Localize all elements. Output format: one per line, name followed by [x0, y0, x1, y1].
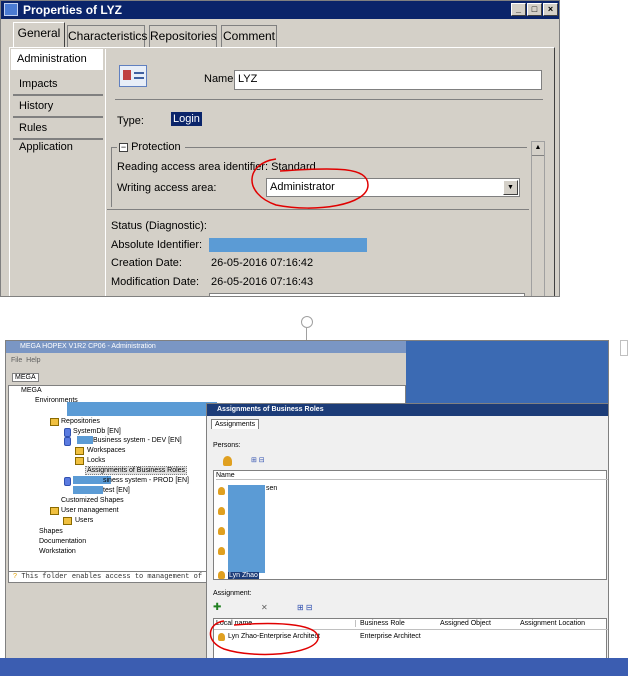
database-icon: [64, 437, 71, 446]
redacted-env: [67, 402, 217, 416]
person-icon[interactable]: [223, 456, 232, 466]
menu-bar[interactable]: File Help: [11, 357, 41, 364]
rotate-handle-icon[interactable]: [301, 316, 313, 328]
tree-systemdb[interactable]: SystemDb [EN]: [73, 428, 121, 435]
status-label: Status (Diagnostic):: [111, 220, 207, 232]
protection-header[interactable]: − Protection: [117, 141, 185, 153]
absolute-identifier-label: Absolute Identifier:: [111, 239, 203, 251]
layout-options-icon[interactable]: [620, 340, 628, 356]
desktop-background: [406, 341, 608, 403]
partial-name: sen: [266, 485, 278, 492]
rotate-handle-line: [306, 328, 307, 340]
divider: [115, 99, 543, 100]
tree-workstation[interactable]: Workstation: [39, 548, 76, 555]
modification-date-value: 26-05-2016 07:16:43: [211, 276, 314, 288]
delete-icon[interactable]: ✕: [261, 603, 268, 612]
name-label: Name: [204, 73, 234, 85]
tree-customized-shapes[interactable]: Customized Shapes: [61, 497, 124, 504]
assignment-label: Assignment:: [213, 590, 252, 597]
persons-label: Persons:: [213, 442, 241, 449]
assignments-titlebar: Assignments of Business Roles: [207, 404, 608, 416]
tree-users[interactable]: Users: [75, 517, 93, 524]
collapse-icon[interactable]: −: [119, 143, 128, 152]
redacted-text: [73, 486, 103, 494]
vertical-scrollbar[interactable]: ▲: [531, 141, 545, 296]
dialog-title: Properties of LYZ: [23, 3, 122, 17]
redacted-identifier: [209, 238, 367, 252]
tree-documentation[interactable]: Documentation: [39, 538, 86, 545]
app-titlebar: MEGA HOPEX V1R2 CP06 - Administration: [6, 341, 406, 353]
tree-root[interactable]: MEGA: [21, 387, 42, 394]
col-assigned-object[interactable]: Assigned Object: [440, 620, 491, 627]
persons-list: Name sen Lyn Zhao: [213, 470, 608, 580]
database-icon: [64, 428, 71, 437]
writing-access-label: Writing access area:: [117, 182, 217, 194]
red-annotation-circle: [251, 158, 369, 209]
database-icon: [64, 477, 71, 486]
person-icon: [218, 527, 225, 535]
creation-date-label: Creation Date:: [111, 257, 182, 269]
type-label: Type:: [117, 115, 144, 127]
tree-prod[interactable]: siness system - PROD [EN]: [103, 477, 189, 484]
assignment-business-role: Enterprise Architect: [360, 633, 421, 640]
folder-icon: [50, 507, 59, 515]
creation-date-value: 26-05-2016 07:16:42: [211, 257, 314, 269]
tree-shapes[interactable]: Shapes: [39, 528, 63, 535]
status-text: ? This folder enables access to manageme…: [13, 573, 215, 581]
tab-repositories[interactable]: Repositories: [149, 25, 217, 47]
tree-repositories[interactable]: Repositories: [61, 418, 100, 425]
type-value[interactable]: Login: [171, 112, 202, 126]
name-field[interactable]: LYZ: [234, 70, 542, 90]
folder-icon: [50, 418, 59, 426]
col-business-role[interactable]: Business Role: [360, 620, 405, 627]
dialog-titlebar: Properties of LYZ _ □ ×: [1, 1, 559, 19]
tab-general[interactable]: General: [13, 22, 65, 47]
login-card-icon: [119, 65, 147, 87]
selected-person[interactable]: Lyn Zhao: [228, 572, 259, 579]
sidebar-item-administration[interactable]: Administration: [11, 49, 103, 70]
tab-characteristics[interactable]: Characteristics: [67, 25, 147, 47]
toolbar-icons[interactable]: ⊞ ⊟: [297, 603, 313, 612]
tab-comment[interactable]: Comment: [221, 25, 277, 47]
person-icon: [218, 571, 225, 579]
help-icon: ?: [13, 573, 18, 581]
sidebar-item-history[interactable]: History: [13, 97, 103, 118]
sidebar-item-rules-application[interactable]: Rules Application: [13, 119, 103, 153]
folder-icon: [75, 447, 84, 455]
maximize-button[interactable]: □: [527, 3, 542, 16]
bottom-bar: [0, 658, 628, 676]
person-icon: [218, 547, 225, 555]
lock-icon: [75, 457, 84, 465]
dropdown-arrow-icon[interactable]: ▼: [503, 180, 518, 195]
minimize-button[interactable]: _: [511, 3, 526, 16]
modification-date-label: Modification Date:: [111, 276, 200, 288]
toolbar-icons[interactable]: ⊞ ⊟: [251, 456, 265, 464]
tree-test[interactable]: test [EN]: [103, 487, 130, 494]
redacted-persons: [228, 485, 265, 573]
tree-locks[interactable]: Locks: [87, 457, 105, 464]
tree-workspaces[interactable]: Workspaces: [87, 447, 125, 454]
red-annotation-circle: [209, 620, 319, 656]
tree-dev[interactable]: Business system - DEV [EN]: [93, 437, 182, 444]
app-icon: [4, 3, 18, 16]
close-button[interactable]: ×: [543, 3, 558, 16]
col-assignment-location[interactable]: Assignment Location: [520, 620, 585, 627]
scroll-up-icon: ▲: [532, 142, 544, 156]
redacted-text: [77, 436, 93, 444]
hopex-app-window: MEGA HOPEX V1R2 CP06 - Administration Fi…: [5, 340, 609, 660]
person-icon: [218, 507, 225, 515]
cut-off-field[interactable]: [209, 293, 525, 296]
status-panel: ? This folder enables access to manageme…: [8, 571, 215, 583]
tree-assignments[interactable]: Assignments of Business Roles: [85, 466, 188, 475]
person-icon: [218, 487, 225, 495]
divider: [107, 209, 529, 210]
tab-assignments[interactable]: Assignments: [211, 419, 260, 429]
users-icon: [63, 517, 72, 525]
tree-user-management[interactable]: User management: [61, 507, 119, 514]
tab-mega[interactable]: MEGA: [12, 373, 39, 382]
name-column-header[interactable]: Name: [216, 472, 608, 480]
sidebar-item-impacts[interactable]: Impacts: [13, 75, 103, 96]
properties-dialog: Properties of LYZ _ □ × General Characte…: [0, 0, 560, 297]
add-icon[interactable]: ✚: [213, 602, 221, 613]
